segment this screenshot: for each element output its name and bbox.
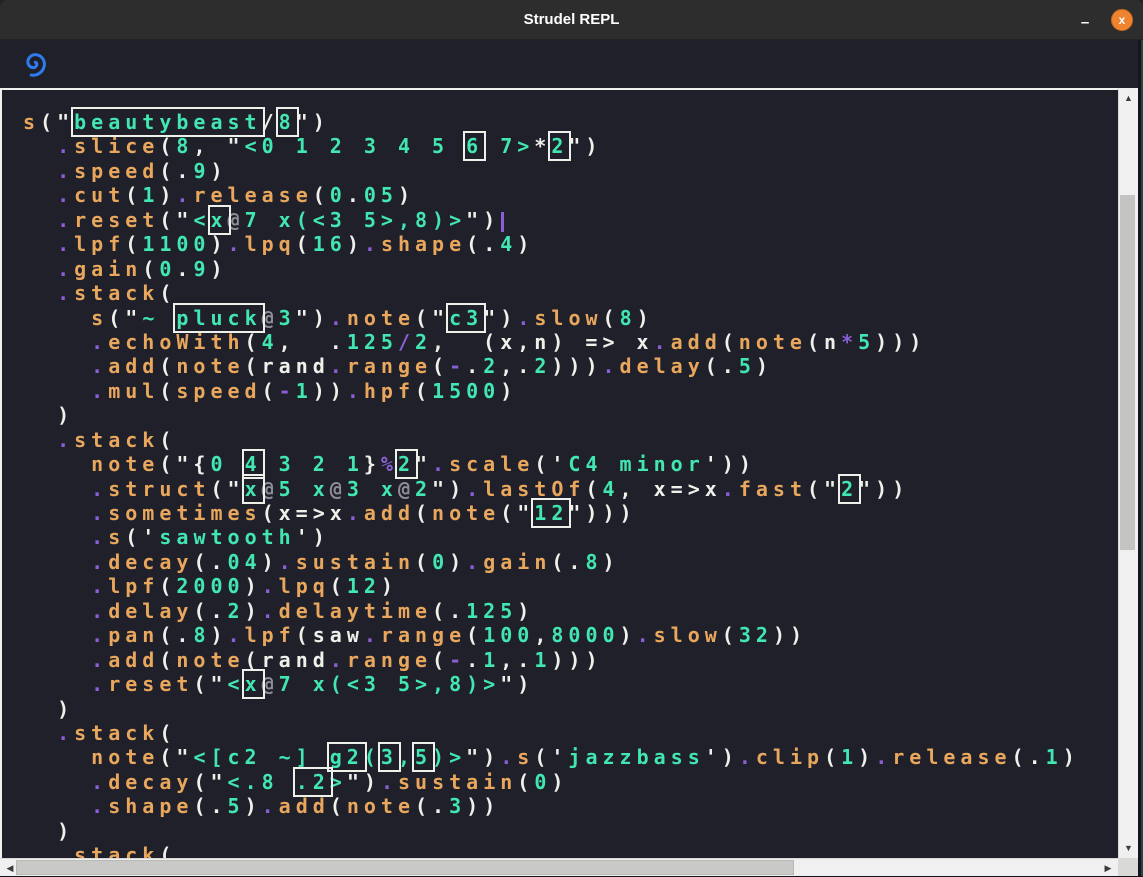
code-line: .mul(speed(-1)).hpf(1500) [23, 379, 1080, 403]
active-token-highlight: 5 [415, 745, 432, 769]
vertical-scrollbar-thumb[interactable] [1120, 195, 1135, 550]
code-line: .decay("<.8 .2>").sustain(0) [23, 770, 1080, 794]
code-line: .decay(.04).sustain(0).gain(.8) [23, 550, 1080, 574]
text-cursor [501, 212, 504, 232]
code-line: .slice(8, "<0 1 2 3 4 5 6 7>*2") [23, 134, 1080, 158]
code-line: s("~ pluck@3").note("c3").slow(8) [23, 306, 1080, 330]
strudel-spiral-logo-icon[interactable] [20, 49, 50, 79]
active-token-highlight: x [245, 672, 262, 696]
active-token-highlight: 12 [534, 501, 568, 525]
code-line: .lpf(1100).lpq(16).shape(.4) [23, 232, 1080, 256]
active-token-highlight: beautybeast [74, 110, 261, 134]
horizontal-scrollbar-thumb[interactable] [16, 860, 794, 875]
window-title: Strudel REPL [0, 0, 1143, 40]
scroll-down-arrow-icon[interactable]: ▼ [1119, 840, 1138, 856]
code-line: .pan(.8).lpf(saw.range(100,8000).slow(32… [23, 623, 1080, 647]
scroll-up-arrow-icon[interactable]: ▲ [1119, 90, 1138, 106]
code-line: .struct("x@5 x@3 x@2").lastOf(4, x=>x.fa… [23, 477, 1080, 501]
app-header [0, 40, 1143, 88]
active-token-highlight: 2 [551, 134, 568, 158]
code-line: .lpf(2000).lpq(12) [23, 574, 1080, 598]
code-line: .reset("<x@7 x(<3 5>,8)>") [23, 672, 1080, 696]
code-line: .add(note(rand.range(-.1,.1))) [23, 648, 1080, 672]
close-icon: x [1119, 13, 1126, 27]
code-line: .stack( [23, 721, 1080, 745]
active-token-highlight: 3 [381, 745, 398, 769]
scroll-right-arrow-icon[interactable]: ▶ [1100, 859, 1116, 876]
code-line: .stack( [23, 843, 1080, 858]
code-line: .speed(.9) [23, 159, 1080, 183]
code-line: ) [23, 403, 1080, 427]
code-line: .echoWith(4, .125/2, (x,n) => x.add(note… [23, 330, 1080, 354]
code-line: .cut(1).release(0.05) [23, 183, 1080, 207]
code-line: .sometimes(x=>x.add(note("12"))) [23, 501, 1080, 525]
active-token-highlight: 2 [841, 477, 858, 501]
window-right-edge [1138, 40, 1143, 877]
minimize-icon: – [1081, 14, 1089, 31]
active-token-highlight: x [245, 477, 262, 501]
active-token-highlight: 8 [279, 110, 296, 134]
horizontal-scrollbar[interactable]: ◀ ▶ [0, 858, 1118, 876]
active-token-highlight: .2 [296, 770, 330, 794]
code-line: ) [23, 819, 1080, 843]
active-token-highlight: g2 [330, 745, 364, 769]
minimize-button[interactable]: – [1071, 0, 1099, 40]
close-button[interactable]: x [1111, 9, 1133, 31]
active-token-highlight: 6 [466, 134, 483, 158]
vertical-scrollbar[interactable]: ▲ ▼ [1118, 88, 1138, 858]
code-editor[interactable]: s("beautybeast/8") .slice(8, "<0 1 2 3 4… [0, 88, 1118, 858]
active-token-highlight: 4 [245, 452, 262, 476]
code-line: .shape(.5).add(note(.3)) [23, 794, 1080, 818]
code-line: ) [23, 697, 1080, 721]
code-line: .stack( [23, 281, 1080, 305]
scrollbar-corner [1118, 858, 1138, 876]
active-token-highlight: c3 [449, 306, 483, 330]
code-line: .reset("<x@7 x(<3 5>,8)>") [23, 208, 1080, 232]
code-line: s("beautybeast/8") [23, 110, 1080, 134]
code-line: .s('sawtooth') [23, 525, 1080, 549]
code-line: .gain(0.9) [23, 257, 1080, 281]
active-token-highlight: x [211, 208, 228, 232]
code-line: .stack( [23, 428, 1080, 452]
code-line: note("{0 4 3 2 1}%2".scale('C4 minor')) [23, 452, 1080, 476]
code-line: .delay(.2).delaytime(.125) [23, 599, 1080, 623]
code-area[interactable]: s("beautybeast/8") .slice(8, "<0 1 2 3 4… [23, 110, 1080, 858]
titlebar: Strudel REPL – x [0, 0, 1143, 40]
code-line: note("<[c2 ~] g2(3,5)>").s('jazzbass').c… [23, 745, 1080, 769]
active-token-highlight: 2 [398, 452, 415, 476]
code-line: .add(note(rand.range(-.2,.2))).delay(.5) [23, 354, 1080, 378]
strudel-repl-window: Strudel REPL – x s("beautybeast/8") .sli… [0, 0, 1143, 877]
active-token-highlight: pluck [176, 306, 261, 330]
